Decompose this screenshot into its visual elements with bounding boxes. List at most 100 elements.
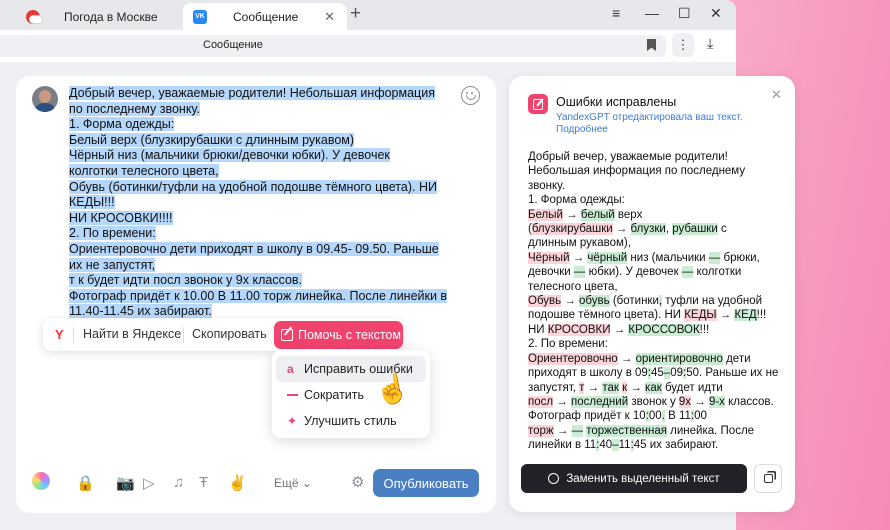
inserted-text: ориентировочно	[635, 352, 723, 365]
corrected-line: 1. Форма одежды:	[528, 193, 790, 207]
camera-icon[interactable]: 📷	[116, 474, 135, 492]
address-bar: Сообщение ⋮ ⤓	[0, 30, 736, 62]
new-tab-button[interactable]: +	[350, 3, 361, 25]
corrected-line: (блузкирубашки → блузки, рубашки с	[528, 222, 790, 236]
removed-text: Белый	[528, 208, 563, 221]
more-label: Ещё	[274, 476, 299, 490]
help-with-text-button[interactable]: Помочь с текстом	[274, 321, 403, 349]
message-line: Обувь (ботинки/туфли на удобной подошве …	[69, 179, 441, 196]
text-segment: →	[627, 381, 646, 394]
corrected-line: звонку.	[528, 179, 790, 193]
divider	[183, 327, 184, 343]
message-line: их не запустят,	[69, 257, 441, 274]
emoji-icon[interactable]	[461, 86, 480, 105]
text-segment: телесного цвета,	[528, 280, 618, 293]
close-icon[interactable]: ✕	[771, 87, 782, 103]
message-text[interactable]: Добрый вечер, уважаемые родители! Неболь…	[69, 86, 448, 320]
inserted-text: как	[645, 381, 662, 394]
copy-icon-button[interactable]	[754, 464, 782, 493]
tab-close-icon[interactable]: ✕	[324, 9, 335, 25]
text-segment: →	[691, 395, 709, 408]
settings-gear-icon[interactable]: ⚙	[351, 473, 364, 491]
tab-message[interactable]: VK Сообщение ✕	[183, 3, 347, 30]
text-segment: звонку.	[528, 179, 565, 192]
text-segment: →	[584, 381, 603, 394]
minimize-icon[interactable]: —	[645, 5, 659, 21]
more-options-icon[interactable]: ⋮	[672, 33, 694, 57]
text-segment: →	[716, 309, 735, 322]
url-field[interactable]: Сообщение	[0, 35, 666, 57]
selected-text: Белый верх (блузкирубашки с длинным рука…	[69, 132, 355, 147]
removed-text: КЕДЫ	[684, 309, 717, 322]
inserted-text: блузки	[630, 223, 666, 236]
browser-menu-icon[interactable]: ≡	[612, 5, 620, 21]
inserted-text: КЕД	[734, 309, 757, 322]
corrected-line: НИ КРОСОВКИ → КРОССОВОК!!!	[528, 323, 790, 337]
corrected-line: Ориентеровочно → ориентировочно дети	[528, 352, 790, 366]
replace-selected-text-button[interactable]: Заменить выделенный текст	[521, 464, 747, 493]
message-line: Ориентеровочно дети приходят в школу в 0…	[69, 241, 441, 258]
lock-icon[interactable]: 🔒	[76, 474, 95, 492]
corrected-text: Добрый вечер, уважаемые родители! Небольш…	[528, 150, 790, 453]
sticker-icon[interactable]: ✌	[228, 474, 247, 492]
text-segment: →	[553, 424, 572, 437]
message-line: 11.40-11.45 их забирают.	[69, 304, 441, 320]
music-icon[interactable]: ♫	[173, 474, 184, 491]
text-segment: 45 их забирают.	[633, 439, 719, 452]
sparkle-icon: ✦	[287, 414, 298, 428]
text-segment: брюки,	[720, 251, 760, 264]
selected-text: Фотограф придёт к 10.00 В 11.00 торж лин…	[69, 288, 448, 303]
corrected-line: 2. По времени:	[528, 337, 790, 351]
more-dropdown[interactable]: Ещё ⌄	[274, 476, 312, 490]
text-segment: →	[569, 251, 588, 264]
selected-text: 11.40-11.45 их забирают.	[69, 304, 212, 319]
more-info-link[interactable]: Подробнее	[556, 124, 743, 136]
copy-button[interactable]: Скопировать	[192, 327, 267, 341]
corrections-panel: Ошибки исправлены YandexGPT отредактиров…	[509, 76, 795, 512]
improve-style-item[interactable]: ✦ Улучшить стиль	[276, 408, 426, 434]
message-line: Добрый вечер, уважаемые родители! Неболь…	[69, 86, 441, 102]
shorten-icon	[287, 394, 298, 396]
text-segment: Фотограф придёт к 10	[528, 410, 646, 423]
corrected-line: линейки в 11:40–11:45 их забирают.	[528, 438, 790, 452]
alice-assistant-icon[interactable]	[32, 472, 50, 490]
removed-text: 9х	[678, 395, 692, 408]
replace-label: Заменить выделенный текст	[566, 472, 720, 485]
message-line: 1. Форма одежды:	[69, 117, 441, 133]
edit-text-icon	[281, 329, 293, 341]
selected-text: 2. По времени:	[69, 226, 156, 241]
corrected-line: торж → — торжественная линейка. После	[528, 424, 790, 438]
download-icon[interactable]: ⤓	[707, 35, 713, 52]
tab-weather[interactable]: Погода в Москве	[26, 3, 176, 30]
corrected-line: подошве тёмного цвета). НИ КЕДЫ → КЕД!!!	[528, 308, 790, 322]
removed-text: посл	[528, 395, 554, 408]
bookmark-icon[interactable]	[647, 39, 656, 51]
selection-context-menu: Y Найти в Яндексе Скопировать Помочь с т…	[43, 319, 403, 351]
panel-title: Ошибки исправлены	[556, 95, 677, 109]
video-icon[interactable]: ▷	[143, 474, 155, 492]
spellcheck-icon: a	[287, 362, 294, 376]
yandexgpt-edit-icon	[528, 94, 548, 114]
text-segment: классов.	[724, 395, 774, 408]
close-window-icon[interactable]: ✕	[710, 5, 722, 22]
corrected-line: телесного цвета,	[528, 280, 790, 294]
tab-message-label: Сообщение	[233, 9, 299, 24]
publish-button[interactable]: Опубликовать	[373, 469, 479, 497]
find-in-yandex-button[interactable]: Найти в Яндексе	[83, 327, 181, 341]
text-segment: верх	[614, 208, 643, 221]
panel-subtitle-text: YandexGPT отредактировала ваш текст.	[556, 112, 743, 123]
selected-text: Ориентеровочно дети приходят в школу в 0…	[69, 241, 439, 256]
text-segment: колготки	[693, 266, 742, 279]
corrected-line: Добрый вечер, уважаемые родители!	[528, 150, 790, 164]
shorten-label: Сократить	[304, 388, 365, 402]
text-format-icon[interactable]: Ŧ	[199, 474, 208, 491]
removed-text: КРОСОВКИ	[547, 323, 611, 336]
maximize-icon[interactable]: ☐	[678, 5, 691, 22]
text-segment: →	[553, 395, 571, 408]
inserted-text: —	[681, 266, 694, 279]
message-line: Белый верх (блузкирубашки с длинным рука…	[69, 132, 441, 149]
corrected-line: Небольшая информация по последнему	[528, 164, 790, 178]
text-segment: →	[562, 208, 581, 221]
improve-style-label: Улучшить стиль	[304, 414, 397, 428]
divider	[73, 327, 74, 343]
